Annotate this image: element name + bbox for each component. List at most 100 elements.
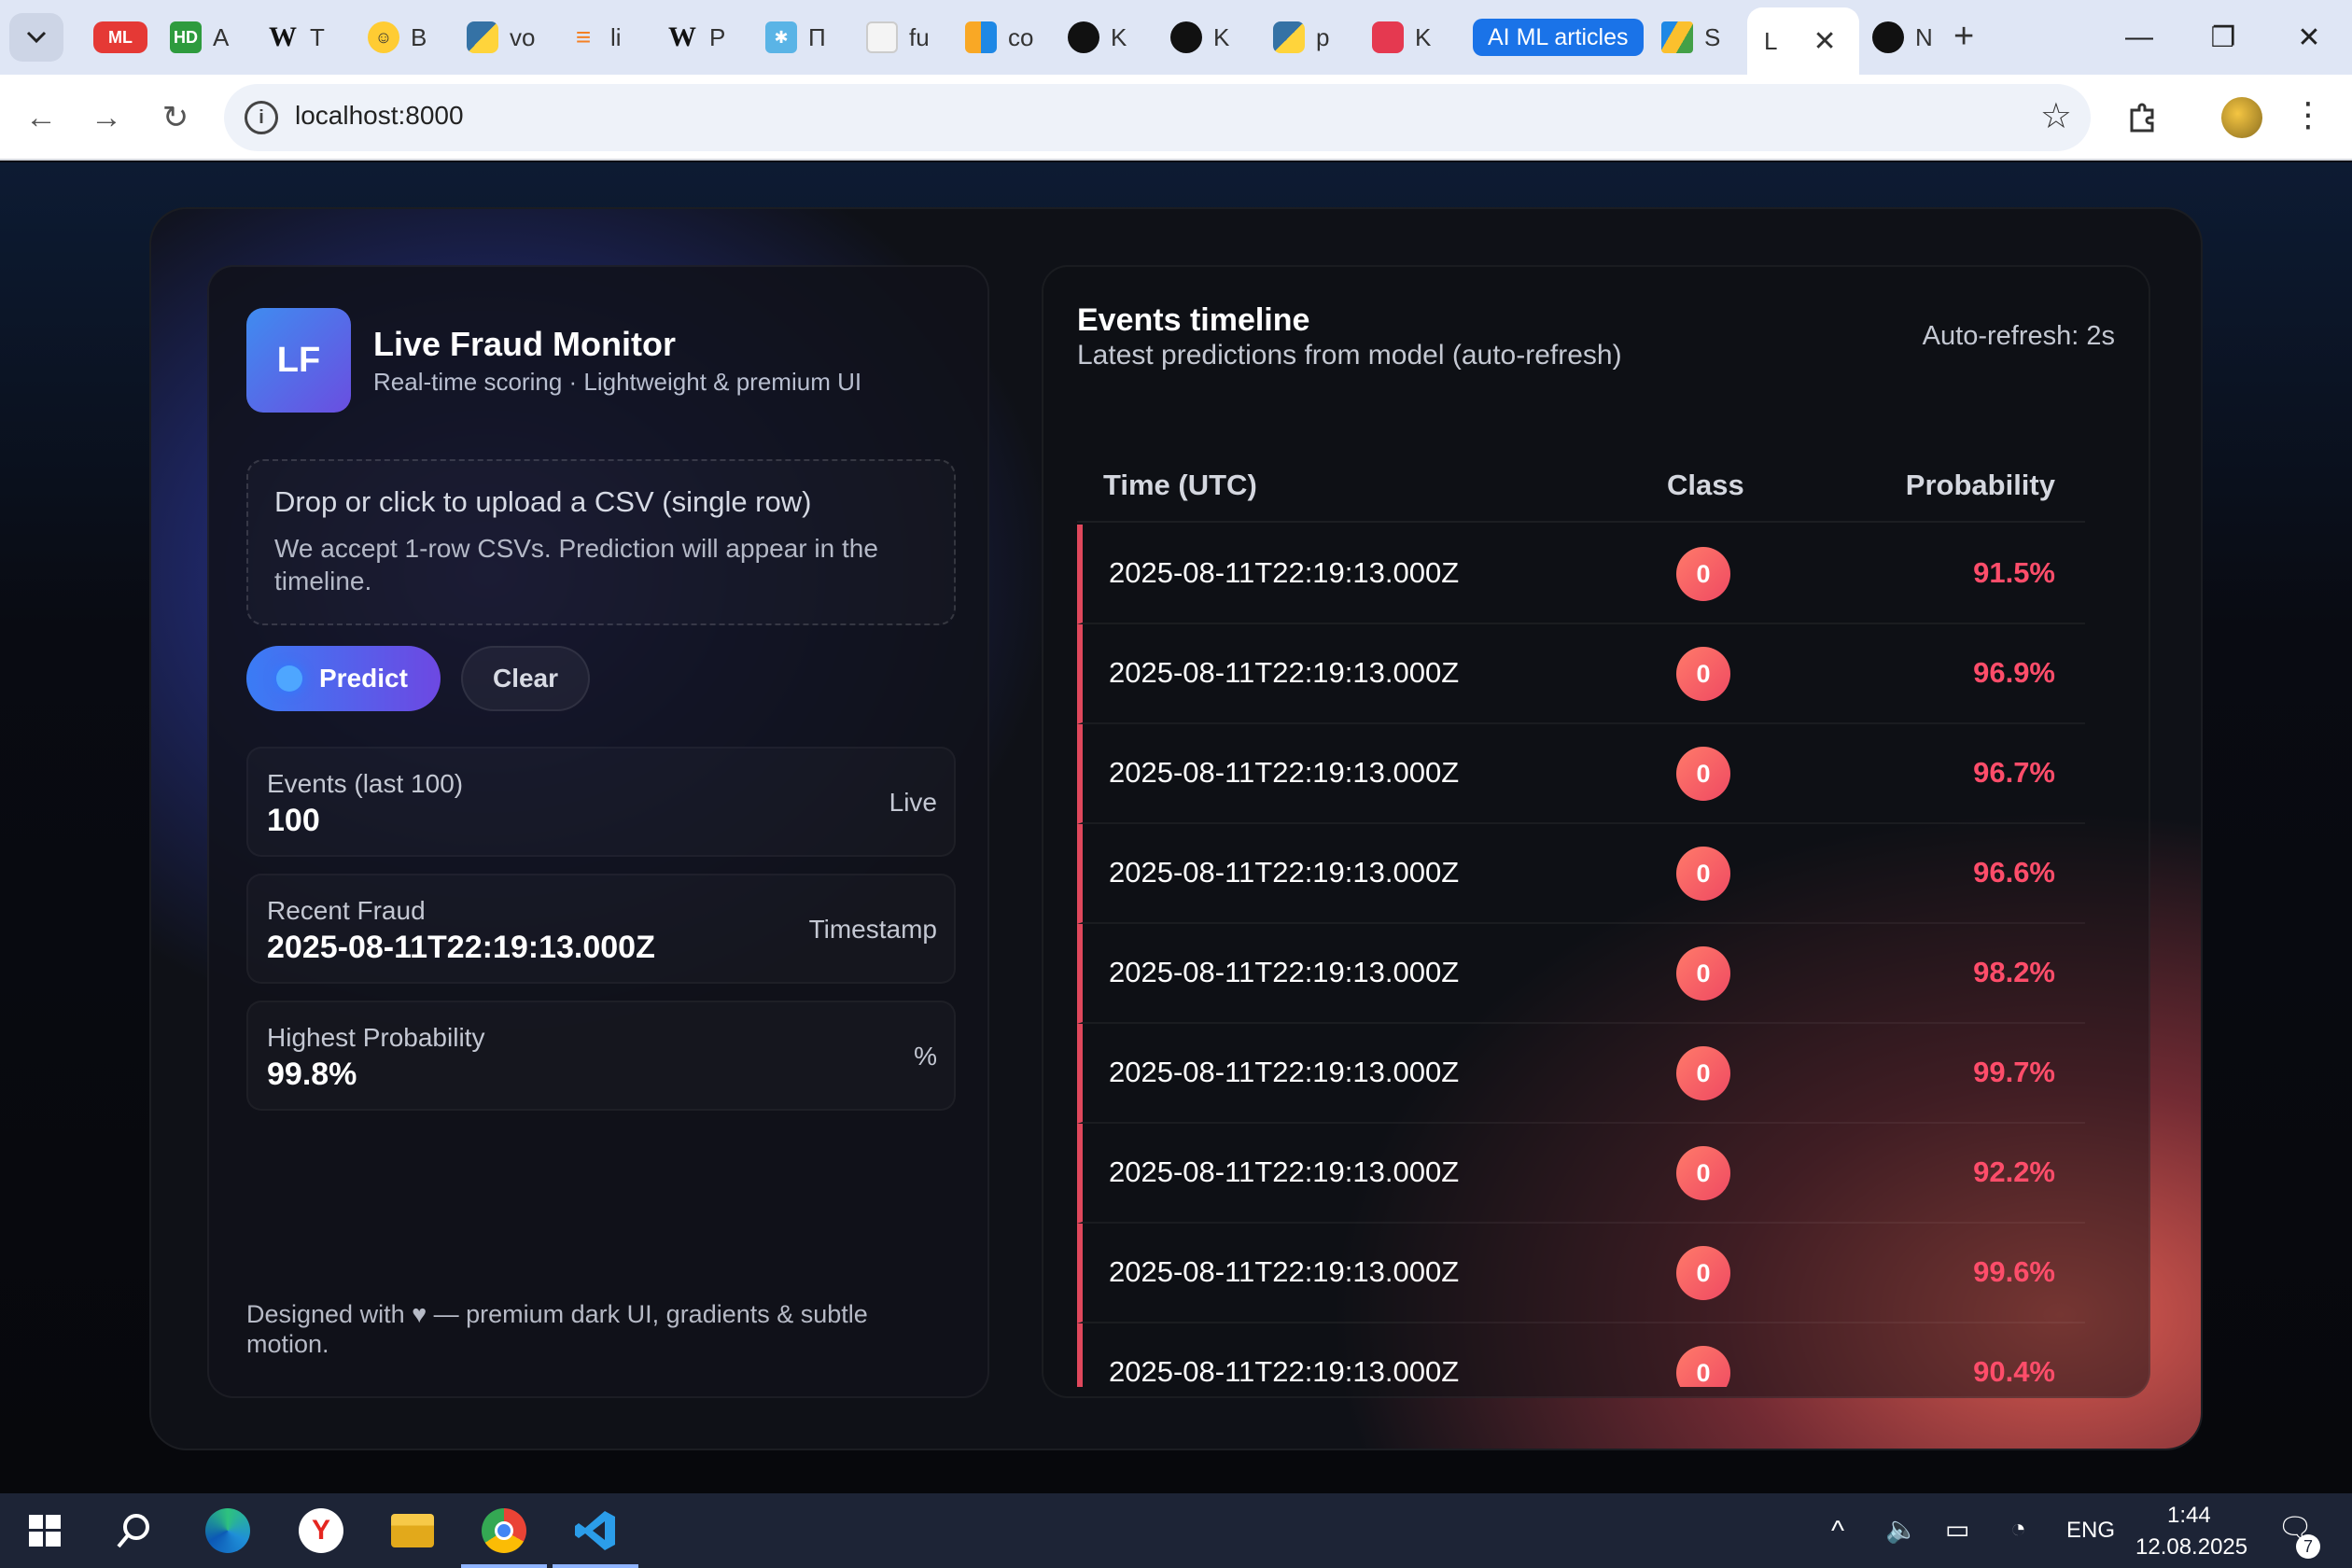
language-indicator[interactable]: ENG (2066, 1518, 2115, 1544)
file-explorer-icon[interactable] (385, 1503, 441, 1559)
huggingface-icon: ☺ (368, 21, 399, 53)
info-icon[interactable]: i (245, 101, 278, 134)
clock-time[interactable]: 1:44 (2167, 1503, 2211, 1529)
page-viewport: LF Live Fraud Monitor Real-time scoring … (0, 162, 2352, 1493)
table-body: 2025-08-11T22:19:13.000Z 0 91.5% 2025-08-11… (1077, 525, 2085, 1387)
extensions-icon[interactable] (2119, 93, 2167, 142)
stat-label: Highest Probability (267, 1023, 485, 1052)
google-drive-icon (1661, 21, 1693, 53)
search-icon[interactable] (106, 1503, 162, 1559)
windows-start-icon[interactable] (17, 1503, 73, 1559)
class-badge: 0 (1676, 647, 1730, 701)
back-button[interactable]: ← (15, 91, 67, 144)
browser-tab-active[interactable]: L ✕ (1747, 7, 1859, 75)
events-table: Time (UTC) Class Probability 2025-08-11T… (1077, 450, 2085, 1387)
reload-button[interactable]: ↻ (149, 91, 202, 144)
table-row[interactable]: 2025-08-11T22:19:13.000Z 0 91.5% (1077, 525, 2085, 624)
active-app-indicator (553, 1564, 638, 1568)
status-dot-icon (276, 665, 302, 692)
more-menu-icon[interactable]: ⋮ (2291, 95, 2325, 134)
browser-tab[interactable]: ≡ li (554, 9, 622, 65)
class-badge: 0 (1676, 847, 1730, 901)
browser-tab[interactable]: K (1157, 9, 1229, 65)
table-row[interactable]: 2025-08-11T22:19:13.000Z 0 92.2% (1077, 1124, 2085, 1224)
new-tab-button[interactable]: + (1953, 17, 1974, 57)
event-probability: 96.9% (1973, 656, 2055, 689)
browser-tab[interactable]: co (952, 9, 1033, 65)
csv-dropzone[interactable]: Drop or click to upload a CSV (single ro… (246, 459, 956, 625)
forward-button[interactable]: → (80, 91, 133, 144)
stat-events: Events (last 100) 100 Live (246, 747, 956, 857)
tab-label: li (610, 22, 622, 51)
minimize-button[interactable]: — (2111, 13, 2167, 62)
stackoverflow-icon: ≡ (575, 22, 592, 51)
column-header-probability[interactable]: Probability (1906, 469, 2055, 502)
url-bar[interactable]: i localhost:8000 ☆ (224, 84, 2091, 151)
star-icon[interactable]: ☆ (2040, 95, 2072, 137)
table-row[interactable]: 2025-08-11T22:19:13.000Z 0 98.2% (1077, 924, 2085, 1024)
show-hidden-icons-icon[interactable]: ^ (1831, 1516, 1844, 1547)
url-text[interactable]: localhost:8000 (295, 101, 464, 131)
chart-icon (965, 21, 997, 53)
tab-label: P (709, 22, 726, 51)
chrome-icon[interactable] (476, 1503, 532, 1559)
tab-ai-ml-articles[interactable]: AI ML articles (1473, 19, 1644, 56)
event-time: 2025-08-11T22:19:13.000Z (1109, 956, 1460, 988)
clock-date[interactable]: 12.08.2025 (2135, 1534, 2247, 1561)
python-icon (1273, 21, 1305, 53)
browser-tab[interactable]: N (1859, 9, 1933, 65)
class-badge: 0 (1676, 1246, 1730, 1300)
control-panel: LF Live Fraud Monitor Real-time scoring … (207, 265, 989, 1398)
yandex-browser-icon[interactable]: Y (293, 1503, 349, 1559)
table-row[interactable]: 2025-08-11T22:19:13.000Z 0 96.9% (1077, 624, 2085, 724)
browser-tab[interactable]: ML (80, 9, 147, 65)
tab-label: p (1316, 22, 1330, 51)
event-time: 2025-08-11T22:19:13.000Z (1109, 556, 1460, 589)
edge-browser-icon[interactable] (200, 1503, 256, 1559)
clear-button[interactable]: Clear (461, 646, 590, 711)
browser-tab[interactable]: K (1359, 9, 1431, 65)
volume-icon[interactable]: 🔈 (1885, 1514, 1918, 1545)
stat-label: Events (last 100) (267, 769, 464, 798)
profile-avatar[interactable] (2221, 97, 2262, 138)
browser-tab[interactable]: S (1648, 9, 1720, 65)
browser-tab[interactable]: W P (653, 9, 725, 65)
browser-tab[interactable]: HD A (157, 9, 229, 65)
close-icon[interactable]: ✕ (1813, 25, 1836, 58)
browser-tab[interactable]: p (1260, 9, 1329, 65)
table-row[interactable]: 2025-08-11T22:19:13.000Z 0 99.7% (1077, 1024, 2085, 1124)
class-badge: 0 (1676, 1046, 1730, 1100)
browser-tab[interactable]: K (1055, 9, 1127, 65)
github-icon (1170, 21, 1202, 53)
table-row[interactable]: 2025-08-11T22:19:13.000Z 0 96.6% (1077, 824, 2085, 924)
app-logo: LF (246, 308, 351, 413)
browser-tab[interactable]: vo (454, 9, 535, 65)
table-row[interactable]: 2025-08-11T22:19:13.000Z 0 99.6% (1077, 1224, 2085, 1323)
column-header-time[interactable]: Time (UTC) (1103, 469, 1257, 502)
event-time: 2025-08-11T22:19:13.000Z (1109, 856, 1460, 889)
tab-search-button[interactable] (9, 13, 63, 62)
class-badge: 0 (1676, 1146, 1730, 1200)
network-icon[interactable]: ◔ (2010, 1514, 2026, 1544)
table-row[interactable]: 2025-08-11T22:19:13.000Z 0 96.7% (1077, 724, 2085, 824)
tab-label: co (1008, 22, 1034, 51)
restore-button[interactable]: ❐ (2195, 13, 2251, 62)
tab-label: П (808, 22, 826, 51)
event-time: 2025-08-11T22:19:13.000Z (1109, 1355, 1460, 1387)
stat-tag: Live (889, 788, 937, 817)
browser-tab[interactable]: W T (254, 9, 325, 65)
browser-tab[interactable]: fu (853, 9, 930, 65)
browser-tab[interactable]: ☺ B (355, 9, 427, 65)
browser-tab[interactable]: ✱ П (752, 9, 826, 65)
event-time: 2025-08-11T22:19:13.000Z (1109, 1255, 1460, 1288)
wikipedia-icon: W (269, 21, 297, 52)
table-row[interactable]: 2025-08-11T22:19:13.000Z 0 90.4% (1077, 1323, 2085, 1387)
battery-icon[interactable]: ▭ (1945, 1514, 1969, 1545)
column-header-class[interactable]: Class (1667, 469, 1744, 502)
predict-button[interactable]: Predict (246, 646, 441, 711)
class-badge: 0 (1676, 547, 1730, 601)
app-subtitle: Real-time scoring · Lightweight & premiu… (373, 368, 862, 396)
close-window-button[interactable]: ✕ (2281, 13, 2337, 62)
vscode-icon[interactable] (567, 1503, 623, 1559)
app-shell: LF Live Fraud Monitor Real-time scoring … (149, 207, 2203, 1450)
